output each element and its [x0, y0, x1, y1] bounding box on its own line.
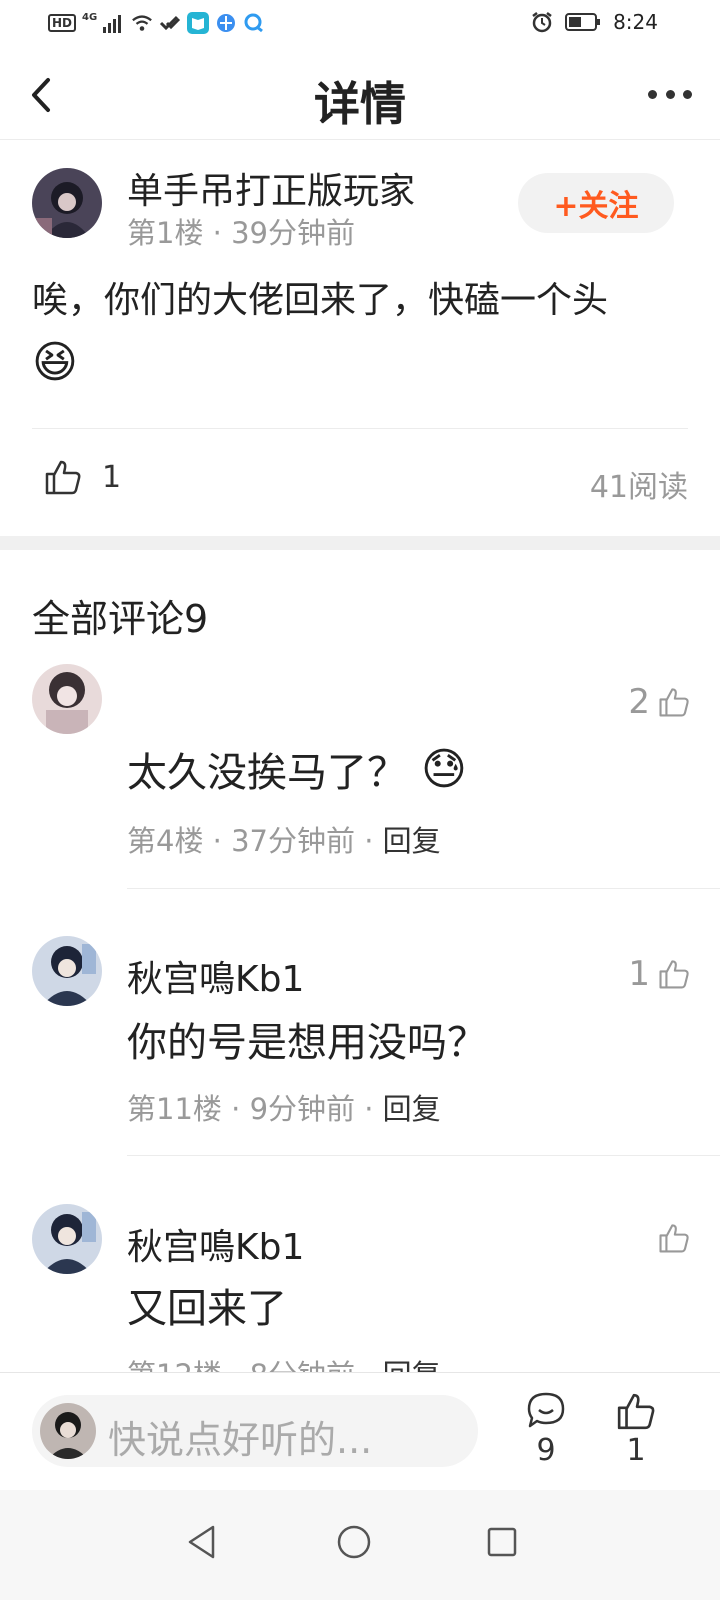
comment-count: 9	[536, 1433, 556, 1468]
wifi-icon	[131, 12, 153, 34]
comment-avatar[interactable]	[32, 664, 102, 734]
thumb-up-icon	[659, 960, 689, 989]
post-like-count: 1	[102, 459, 122, 495]
search-app-icon	[243, 12, 265, 34]
reply-button[interactable]: 回复	[383, 1092, 441, 1126]
comment-bubble-icon	[527, 1392, 565, 1428]
follow-button[interactable]: +关注	[518, 173, 674, 233]
post-content: 唉，你们的大佬回来了，快磕一个头 😆	[32, 270, 682, 397]
post-time: 39分钟前	[231, 216, 356, 250]
status-bar: HD 4G 8:24	[0, 0, 720, 48]
status-right: 8:24	[531, 10, 658, 34]
divider	[127, 1155, 720, 1156]
nav-recent-icon	[487, 1527, 517, 1557]
more-dots-icon	[648, 89, 657, 99]
network-type: 4G	[82, 11, 98, 23]
browser-app-icon	[215, 12, 237, 34]
comments-title: 全部评论9	[32, 597, 209, 641]
nav-back-button[interactable]	[172, 1512, 232, 1572]
comment-meta: 第11楼 · 9分钟前 · 回复	[127, 1092, 441, 1126]
book-app-icon	[187, 12, 210, 34]
laughing-emoji: 😆	[32, 337, 78, 388]
comment-avatar[interactable]	[32, 936, 102, 1006]
read-count: 41阅读	[589, 470, 688, 505]
section-separator	[0, 536, 720, 550]
comment-like-count: 2	[628, 682, 650, 722]
post-floor: 第1楼	[127, 216, 204, 250]
like-count-button[interactable]: 1	[606, 1391, 666, 1468]
author-avatar[interactable]	[32, 168, 102, 238]
thumb-up-icon	[45, 460, 81, 495]
like-count: 1	[626, 1433, 646, 1468]
reply-button[interactable]: 回复	[383, 824, 441, 858]
sync-icon	[159, 12, 181, 34]
comment-like-button[interactable]	[650, 1222, 690, 1254]
comment-text: 太久没挨马了？ 😓	[127, 743, 467, 797]
signal-icon	[103, 12, 125, 34]
hd-badge: HD	[48, 14, 77, 32]
reply-button[interactable]: 回复	[383, 1358, 441, 1372]
comment-text: 又回来了	[127, 1286, 287, 1332]
divider	[32, 428, 688, 429]
comment-input[interactable]: 快说点好听的...	[32, 1395, 478, 1467]
comment-item: 2 太久没挨马了？ 😓 第4楼 · 37分钟前 · 回复	[0, 664, 720, 890]
post-like-button[interactable]: 1	[44, 458, 121, 496]
comment-like-button[interactable]: 2	[628, 682, 690, 722]
comment-item: 秋宫鳴Kb1 又回来了 第12楼 · 8分钟前 · 回复	[0, 1204, 720, 1372]
divider	[127, 888, 720, 889]
more-button[interactable]	[648, 82, 692, 106]
comment-text: 你的号是想用没吗？	[127, 1020, 487, 1066]
thumb-up-icon	[659, 1224, 689, 1253]
comment-item: 秋宫鳴Kb1 1 你的号是想用没吗？ 第11楼 · 9分钟前 · 回复	[0, 936, 720, 1156]
my-avatar	[40, 1403, 96, 1459]
comment-input-bar: 快说点好听的... 9 1	[0, 1372, 720, 1490]
system-nav-bar	[0, 1490, 720, 1600]
thumb-up-icon	[617, 1393, 655, 1430]
comment-author[interactable]: 秋宫鳴Kb1	[127, 1218, 304, 1270]
comment-input-placeholder: 快说点好听的...	[108, 1418, 373, 1462]
comment-like-count: 1	[628, 954, 650, 994]
comment-author[interactable]: 秋宫鳴Kb1	[127, 950, 304, 1002]
post-card: 单手吊打正版玩家 第1楼 · 39分钟前 +关注 唉，你们的大佬回来了，快磕一个…	[0, 140, 720, 546]
top-app-bar: 详情	[0, 48, 720, 140]
author-name[interactable]: 单手吊打正版玩家	[127, 162, 415, 214]
comment-like-button[interactable]: 1	[628, 954, 690, 994]
nav-recent-button[interactable]	[472, 1512, 532, 1572]
status-left: HD 4G	[48, 12, 265, 34]
post-text: 唉，你们的大佬回来了，快磕一个头	[32, 280, 609, 321]
nav-home-button[interactable]	[324, 1512, 384, 1572]
nav-back-icon	[188, 1525, 215, 1559]
alarm-icon	[531, 11, 553, 33]
comment-meta: 第4楼 · 37分钟前 · 回复	[127, 824, 441, 858]
thumb-up-icon	[659, 688, 689, 717]
comment-avatar[interactable]	[32, 1204, 102, 1274]
clock: 8:24	[613, 10, 658, 34]
sweat-emoji: 😓	[421, 743, 467, 795]
post-meta: 第1楼 · 39分钟前	[127, 216, 356, 250]
nav-home-icon	[337, 1525, 371, 1559]
comment-meta: 第12楼 · 8分钟前 · 回复	[127, 1352, 441, 1372]
comment-count-button[interactable]: 9	[516, 1391, 576, 1468]
battery-icon	[565, 11, 601, 33]
page-title: 详情	[314, 77, 406, 131]
